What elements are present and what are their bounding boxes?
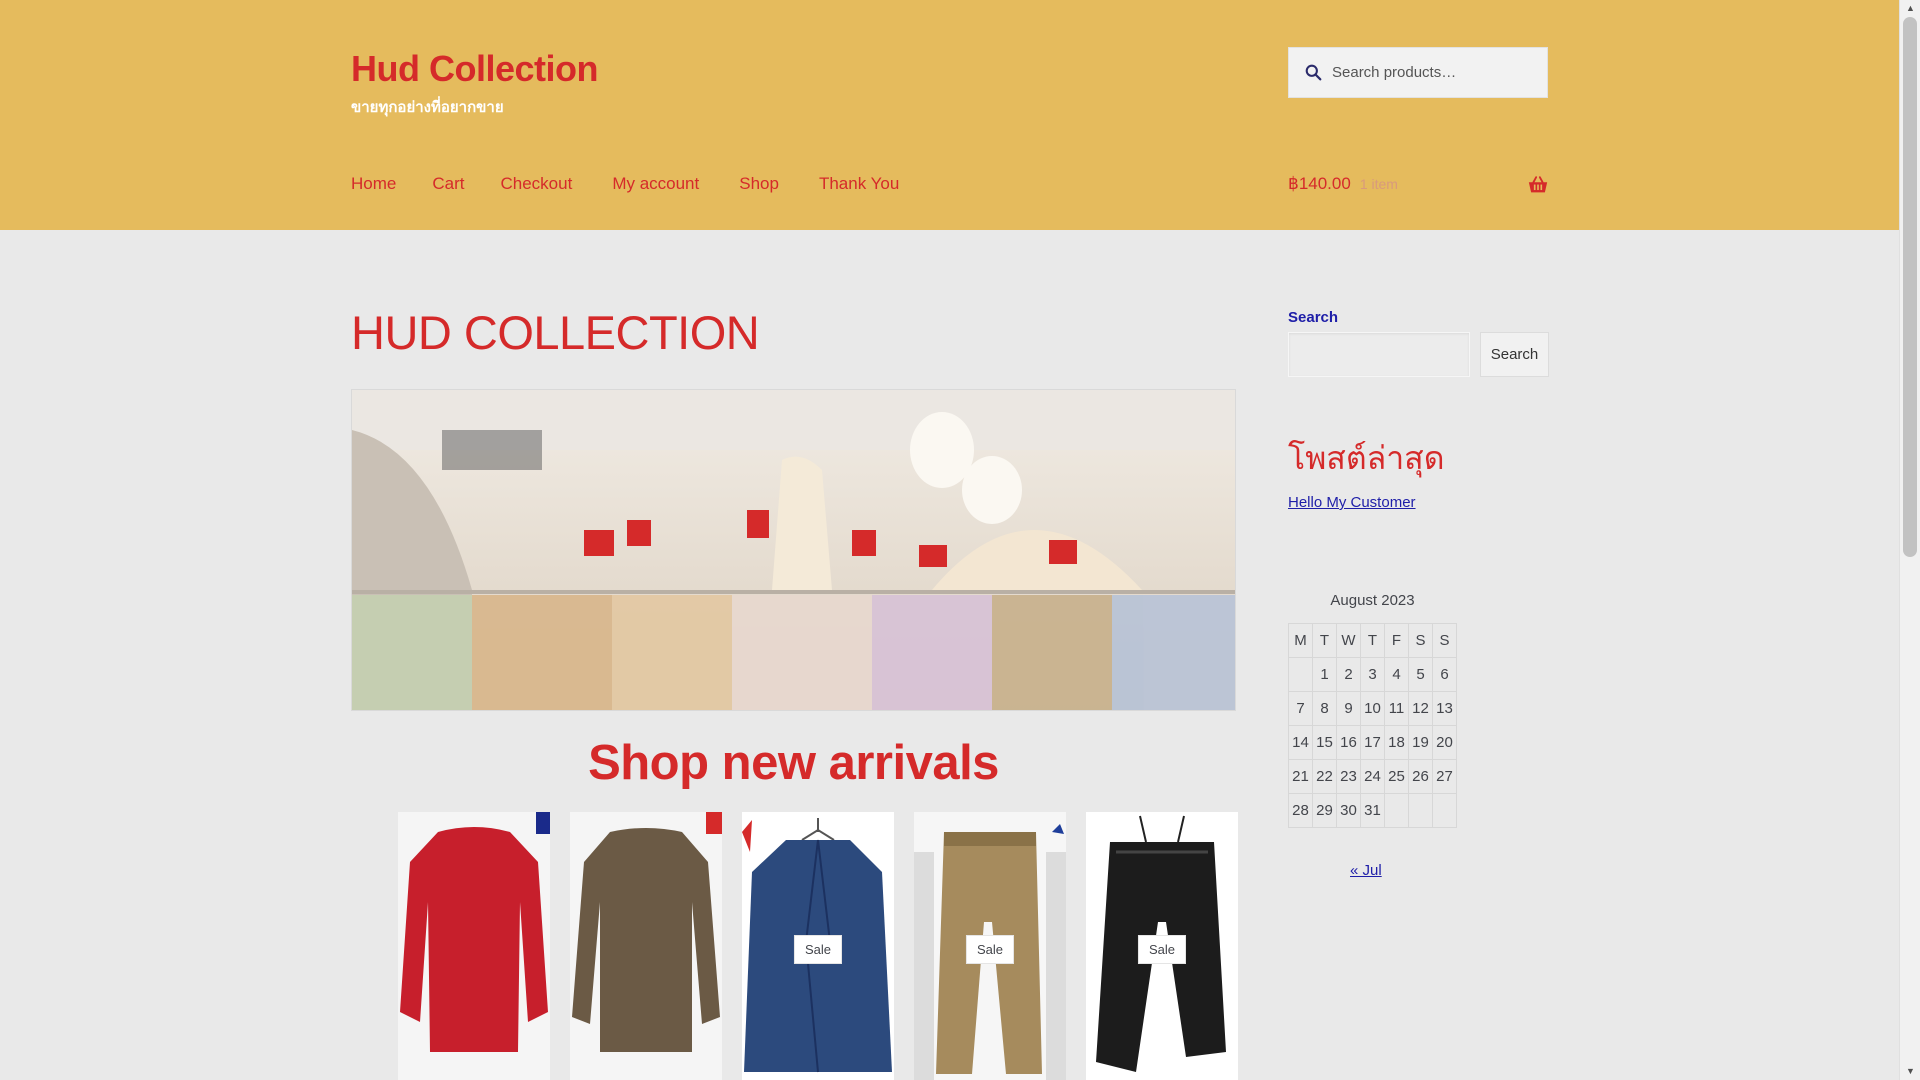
sidebar-search-input[interactable] (1288, 332, 1470, 377)
nav-home[interactable]: Home (351, 174, 396, 194)
weekday-header: M (1288, 623, 1313, 658)
calendar-day: 9 (1336, 691, 1361, 726)
nav-cart[interactable]: Cart (432, 174, 464, 194)
calendar-day: 15 (1312, 725, 1337, 760)
scroll-down-arrow-icon[interactable]: ▼ (1900, 1063, 1920, 1080)
calendar-body: 1 2 3 4 5 6 7 8 9 10 11 12 13 14 15 16 17 18 19 20 21 22 23 24 2… (1288, 657, 1457, 828)
calendar-day: 29 (1312, 793, 1337, 828)
calendar-day: 30 (1336, 793, 1361, 828)
product-card[interactable] (570, 812, 722, 1080)
calendar-day: 26 (1408, 759, 1433, 794)
calendar-day: 21 (1288, 759, 1313, 794)
calendar-day: 25 (1384, 759, 1409, 794)
sale-badge: Sale (1137, 935, 1187, 964)
nav-shop[interactable]: Shop (739, 174, 779, 194)
product-search[interactable] (1288, 47, 1548, 98)
recent-posts-heading: โพสต์ล่าสุด (1288, 440, 1445, 476)
calendar-day (1408, 793, 1433, 828)
calendar-week-row: 21 22 23 24 25 26 27 (1288, 759, 1457, 794)
calendar-day: 11 (1384, 691, 1409, 726)
header-cart[interactable]: ฿140.00 1 item (1288, 174, 1549, 194)
sale-badge: Sale (965, 935, 1015, 964)
calendar-day (1384, 793, 1409, 828)
calendar-week-row: 28 29 30 31 (1288, 793, 1457, 828)
calendar: August 2023 M T W T F S S 1 2 3 4 5 6 7 8 9 10 11 1… (1288, 592, 1457, 828)
weekday-header: T (1312, 623, 1337, 658)
calendar-day: 20 (1432, 725, 1457, 760)
calendar-day: 7 (1288, 691, 1313, 726)
weekday-header: S (1408, 623, 1433, 658)
scrollbar-thumb[interactable] (1903, 17, 1917, 557)
nav-thank-you[interactable]: Thank You (819, 174, 899, 194)
scroll-up-arrow-icon[interactable]: ▲ (1900, 0, 1920, 17)
sale-badge: Sale (793, 935, 843, 964)
calendar-day: 2 (1336, 657, 1361, 692)
calendar-day (1432, 793, 1457, 828)
site-header: Hud Collection ขายทุกอย่างที่อยากขาย Hom… (0, 0, 1899, 230)
calendar-day: 28 (1288, 793, 1313, 828)
product-card[interactable] (398, 812, 550, 1080)
weekday-header: F (1384, 623, 1409, 658)
store-banner-image (351, 389, 1236, 711)
calendar-day: 12 (1408, 691, 1433, 726)
product-card[interactable]: Sale (914, 812, 1066, 1080)
calendar-day: 24 (1360, 759, 1385, 794)
calendar-day: 5 (1408, 657, 1433, 692)
calendar-day: 6 (1432, 657, 1457, 692)
calendar-prev-month-link[interactable]: « Jul (1350, 862, 1382, 879)
basket-icon (1528, 176, 1548, 193)
calendar-day: 14 (1288, 725, 1313, 760)
calendar-week-row: 7 8 9 10 11 12 13 (1288, 691, 1457, 726)
calendar-day: 3 (1360, 657, 1385, 692)
calendar-day: 27 (1432, 759, 1457, 794)
calendar-week-row: 123456 (1288, 657, 1457, 692)
calendar-day (1288, 657, 1313, 692)
site-title[interactable]: Hud Collection (351, 48, 599, 90)
recent-post-link[interactable]: Hello My Customer (1288, 494, 1416, 511)
product-search-input[interactable] (1332, 64, 1532, 81)
calendar-day: 1 (1312, 657, 1337, 692)
calendar-day: 13 (1432, 691, 1457, 726)
calendar-day: 18 (1384, 725, 1409, 760)
sidebar-search-label: Search (1288, 309, 1339, 326)
calendar-day: 10 (1360, 691, 1385, 726)
calendar-weekdays: M T W T F S S (1288, 623, 1457, 658)
calendar-day: 4 (1384, 657, 1409, 692)
site-tagline: ขายทุกอย่างที่อยากขาย (351, 99, 504, 116)
weekday-header: T (1360, 623, 1385, 658)
calendar-caption: August 2023 (1330, 592, 1415, 609)
nav-my-account[interactable]: My account (612, 174, 699, 194)
cart-amount: ฿140.00 (1288, 174, 1351, 193)
weekday-header: W (1336, 623, 1361, 658)
nav-checkout[interactable]: Checkout (500, 174, 572, 194)
page-title: HUD COLLECTION (351, 306, 760, 359)
shop-new-arrivals-heading: Shop new arrivals (588, 736, 999, 790)
sidebar-search-button[interactable]: Search (1480, 332, 1549, 377)
calendar-day: 16 (1336, 725, 1361, 760)
weekday-header: S (1432, 623, 1457, 658)
calendar-week-row: 14 15 16 17 18 19 20 (1288, 725, 1457, 760)
calendar-day: 31 (1360, 793, 1385, 828)
calendar-day: 22 (1312, 759, 1337, 794)
product-card[interactable]: Sale (742, 812, 894, 1080)
calendar-day: 19 (1408, 725, 1433, 760)
primary-nav: Home Cart Checkout My account Shop Thank… (351, 174, 935, 194)
calendar-day: 23 (1336, 759, 1361, 794)
cart-count: 1 item (1359, 176, 1398, 192)
page-scrollbar[interactable]: ▲ ▼ (1899, 0, 1920, 1080)
calendar-day: 17 (1360, 725, 1385, 760)
calendar-day: 8 (1312, 691, 1337, 726)
product-card[interactable]: Sale (1086, 812, 1238, 1080)
search-icon (1305, 64, 1322, 81)
